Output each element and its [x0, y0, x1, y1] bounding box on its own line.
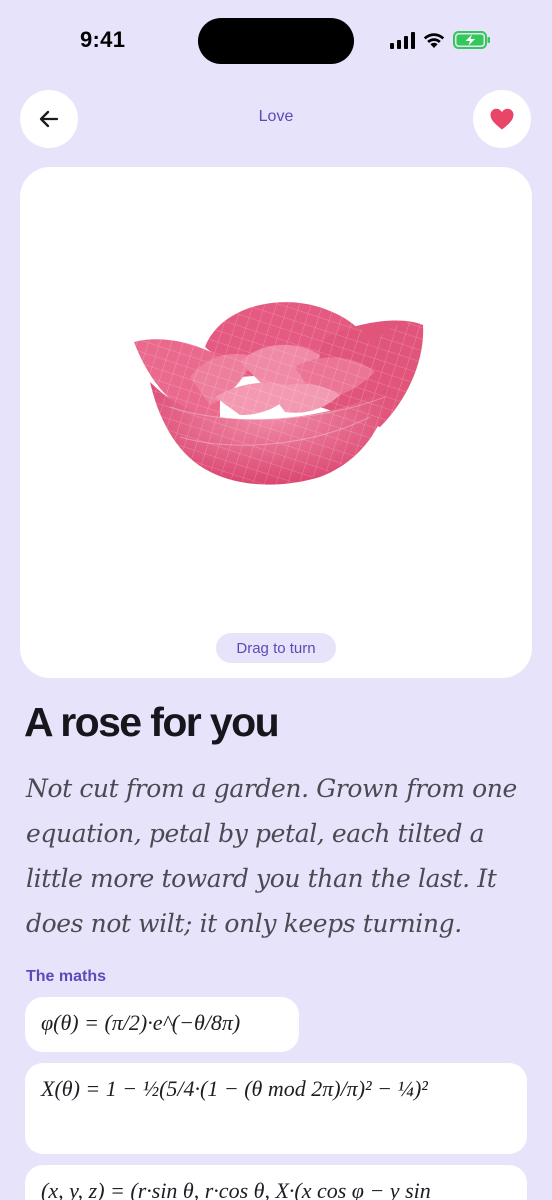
drag-hint: Drag to turn — [216, 633, 336, 663]
favorite-button[interactable] — [473, 90, 531, 148]
rose-model[interactable] — [120, 287, 440, 497]
equation-card: φ(θ) = (π/2)·e^(−θ/8π) — [25, 997, 299, 1052]
equation-card: X(θ) = 1 − ½(5/4·(1 − (θ mod 2π)/π)² − ¼… — [25, 1063, 527, 1154]
maths-heading: The maths — [26, 968, 107, 985]
dynamic-island — [198, 18, 354, 64]
status-bar: 9:41 — [0, 0, 552, 84]
cellular-signal-icon — [390, 31, 415, 49]
rose-description: Not cut from a garden. Grown from one eq… — [26, 774, 517, 938]
rose-3d-viewer[interactable]: Drag to turn — [20, 167, 532, 678]
rose-title: A rose for you — [24, 699, 280, 745]
heart-icon — [490, 108, 514, 130]
page-title: Love — [258, 108, 294, 125]
status-time: 9:41 — [80, 27, 126, 52]
battery-charging-icon — [453, 31, 490, 49]
equation-card: (x, y, z) = (r·sin θ, r·cos θ, X·(x cos … — [25, 1165, 527, 1200]
status-icons — [390, 30, 491, 50]
wifi-icon — [423, 33, 445, 48]
